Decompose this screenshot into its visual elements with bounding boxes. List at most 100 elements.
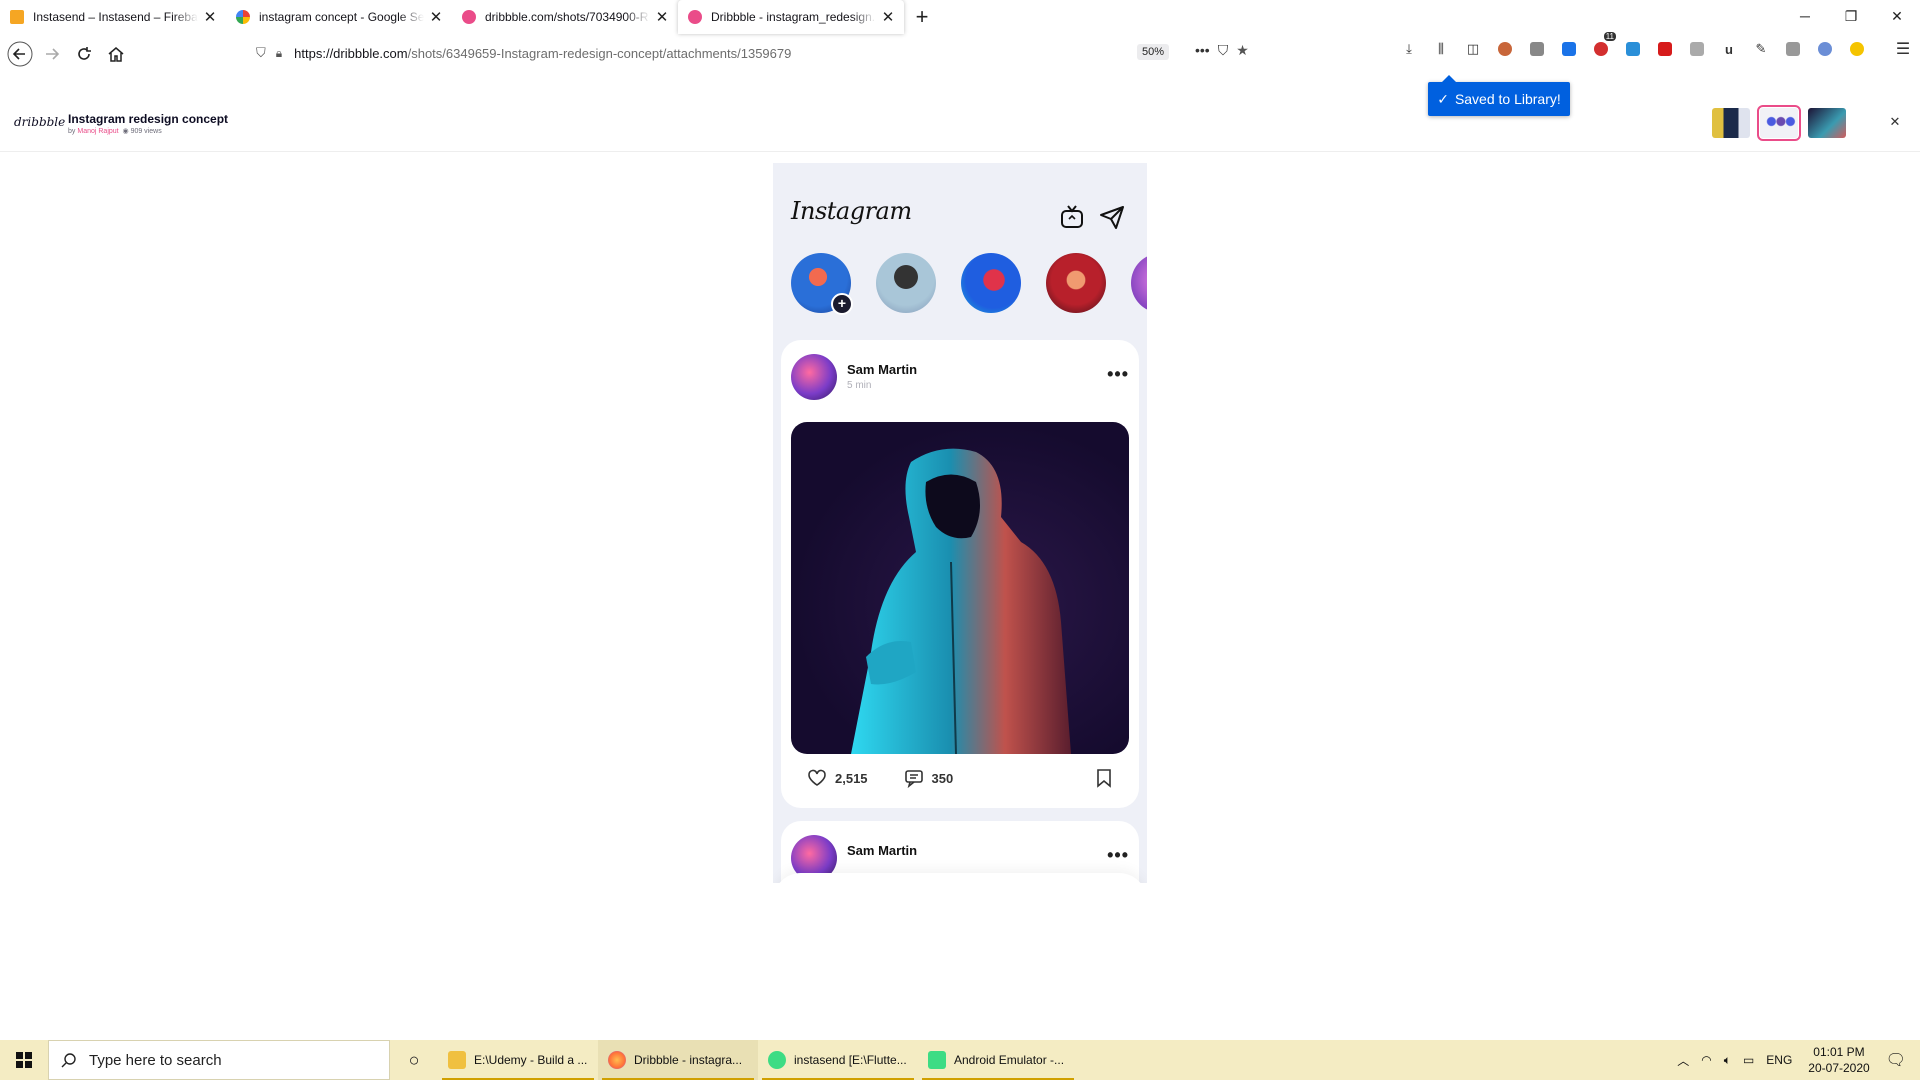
- tab-dribbble-image[interactable]: Dribbble - instagram_redesign.pn ✕: [678, 0, 904, 34]
- windows-logo-icon: [16, 1052, 32, 1068]
- clock-date: 20-07-2020: [1808, 1061, 1870, 1075]
- post-actions: 2,515 350: [807, 768, 953, 788]
- post-username[interactable]: Sam Martin: [847, 843, 917, 858]
- extension-icon[interactable]: [1814, 38, 1836, 60]
- extension-icon[interactable]: [1494, 38, 1516, 60]
- pocket-icon[interactable]: ⛉: [1218, 42, 1229, 59]
- story-avatar[interactable]: [876, 253, 936, 313]
- notification-icon[interactable]: 🗨︎: [1886, 1050, 1906, 1070]
- post-username[interactable]: Sam Martin: [847, 362, 917, 377]
- instagram-mockup: Instagram + Sam Martin 5 min ••• 2,515 3…: [773, 163, 1147, 883]
- extension-icon[interactable]: [1846, 38, 1868, 60]
- shot-title[interactable]: Instagram redesign concept: [68, 112, 228, 126]
- extension-icon[interactable]: [1622, 38, 1644, 60]
- chevron-up-icon[interactable]: ︿: [1677, 1052, 1689, 1069]
- extension-icon[interactable]: [1654, 38, 1676, 60]
- comment-count: 350: [931, 770, 954, 786]
- taskbar-app-firefox[interactable]: Dribbble - instagra...: [598, 1040, 758, 1080]
- tab-title: dribbble.com/shots/7034900-R...: [485, 10, 650, 24]
- more-actions-icon[interactable]: •••: [1195, 42, 1210, 59]
- post-time: 5 min: [847, 380, 872, 391]
- volume-icon[interactable]: 🔈︎: [1724, 1053, 1731, 1068]
- attachment-thumbnail[interactable]: [1712, 108, 1750, 138]
- bookmark-star-icon[interactable]: ★: [1236, 42, 1249, 59]
- lock-icon[interactable]: 🔒︎: [276, 46, 282, 61]
- igtv-icon[interactable]: [1058, 203, 1086, 231]
- taskbar-app-emulator[interactable]: Android Emulator -...: [918, 1040, 1078, 1080]
- attachment-thumbnail[interactable]: [1808, 108, 1846, 138]
- system-tray: ︿ ◠ 🔈︎ ▭ ENG 01:01 PM 20-07-2020 🗨︎: [1671, 1040, 1920, 1080]
- direct-message-icon[interactable]: [1098, 203, 1126, 231]
- avatar[interactable]: [791, 354, 837, 400]
- address-bar[interactable]: ⛉ 🔒︎ https://dribbble.com/shots/6349659-…: [250, 38, 1280, 68]
- search-icon: [61, 1053, 76, 1068]
- battery-icon[interactable]: ▭: [1743, 1053, 1754, 1067]
- extension-icon[interactable]: [1526, 38, 1548, 60]
- add-story-icon[interactable]: +: [831, 293, 853, 315]
- reload-icon: [78, 47, 91, 60]
- start-button[interactable]: [0, 1040, 48, 1080]
- back-button[interactable]: [4, 38, 36, 70]
- close-shot-icon[interactable]: ✕: [1886, 114, 1904, 132]
- new-tab-button[interactable]: +: [904, 0, 940, 34]
- windows-taskbar: Type here to search ○ E:\Udemy - Build a…: [0, 1040, 1920, 1080]
- tab-strip: Instasend – Instasend – Firebase ✕ insta…: [0, 0, 1920, 34]
- bookmark-icon[interactable]: [1095, 768, 1113, 788]
- clock[interactable]: 01:01 PM 20-07-2020: [1808, 1044, 1869, 1076]
- tab-title: Dribbble - instagram_redesign.pn: [711, 10, 876, 24]
- tab-dribbble-shot[interactable]: dribbble.com/shots/7034900-R... ✕: [452, 0, 678, 34]
- more-options-icon[interactable]: •••: [1107, 364, 1129, 385]
- search-placeholder: Type here to search: [89, 1051, 222, 1069]
- comment-icon[interactable]: [904, 768, 924, 788]
- library-icon[interactable]: ⫼: [1430, 38, 1452, 60]
- dribbble-logo[interactable]: dribbble: [14, 115, 65, 129]
- menu-icon[interactable]: ☰: [1892, 38, 1914, 60]
- close-window-icon[interactable]: ✕: [1874, 0, 1920, 32]
- zoom-indicator[interactable]: 50%: [1137, 44, 1170, 60]
- taskbar-app-android-studio[interactable]: instasend [E:\Flutte...: [758, 1040, 918, 1080]
- eyedropper-icon[interactable]: ✎: [1750, 38, 1772, 60]
- attachment-thumbnail-selected[interactable]: [1757, 105, 1801, 141]
- story-avatar[interactable]: [1046, 253, 1106, 313]
- shield-icon[interactable]: ⛉: [256, 45, 266, 61]
- cortana-icon[interactable]: ○: [390, 1040, 438, 1080]
- extension-badge-icon[interactable]: 11: [1590, 32, 1616, 60]
- google-icon: [236, 10, 250, 24]
- minimize-icon[interactable]: ─: [1782, 0, 1828, 32]
- download-icon[interactable]: ⤓: [1398, 38, 1420, 60]
- more-options-icon[interactable]: •••: [1107, 845, 1129, 866]
- reload-button[interactable]: [68, 38, 100, 70]
- taskbar-app-explorer[interactable]: E:\Udemy - Build a ...: [438, 1040, 598, 1080]
- close-tab-icon[interactable]: ✕: [428, 8, 444, 26]
- author-link[interactable]: Manoj Rajput: [77, 128, 118, 135]
- close-tab-icon[interactable]: ✕: [654, 8, 670, 26]
- forward-button[interactable]: [36, 38, 68, 70]
- taskbar-search-input[interactable]: Type here to search: [48, 1040, 390, 1080]
- home-button[interactable]: [100, 38, 132, 70]
- story-avatar[interactable]: [961, 253, 1021, 313]
- extension-icon[interactable]: [1782, 38, 1804, 60]
- clock-time: 01:01 PM: [1813, 1045, 1865, 1059]
- story-avatar[interactable]: [1131, 253, 1147, 313]
- tab-title: Instasend – Instasend – Firebase: [33, 10, 198, 24]
- badge-count: 11: [1603, 32, 1616, 41]
- story-avatar-own[interactable]: +: [791, 253, 853, 315]
- tab-google-search[interactable]: instagram concept - Google Search ✕: [226, 0, 452, 34]
- network-icon[interactable]: ◠: [1701, 1053, 1711, 1067]
- tab-title: instagram concept - Google Search: [259, 10, 424, 24]
- post-image[interactable]: [791, 422, 1129, 754]
- shot-byline: by Manoj Rajput ◉ 909 views: [68, 128, 162, 135]
- sidebar-icon[interactable]: ◫: [1462, 38, 1484, 60]
- extension-icon[interactable]: [1558, 38, 1580, 60]
- restore-icon[interactable]: ❐: [1828, 0, 1874, 32]
- close-tab-icon[interactable]: ✕: [202, 8, 218, 26]
- tab-firebase[interactable]: Instasend – Instasend – Firebase ✕: [0, 0, 226, 34]
- taskbar-app-label: Android Emulator -...: [954, 1053, 1065, 1067]
- language-indicator[interactable]: ENG: [1766, 1053, 1792, 1067]
- close-tab-icon[interactable]: ✕: [880, 8, 896, 26]
- extension-icon[interactable]: u: [1718, 38, 1740, 60]
- view-count: 909 views: [130, 128, 162, 135]
- heart-icon[interactable]: [807, 768, 827, 788]
- extension-icon[interactable]: [1686, 38, 1708, 60]
- forward-arrow-icon: [46, 48, 60, 60]
